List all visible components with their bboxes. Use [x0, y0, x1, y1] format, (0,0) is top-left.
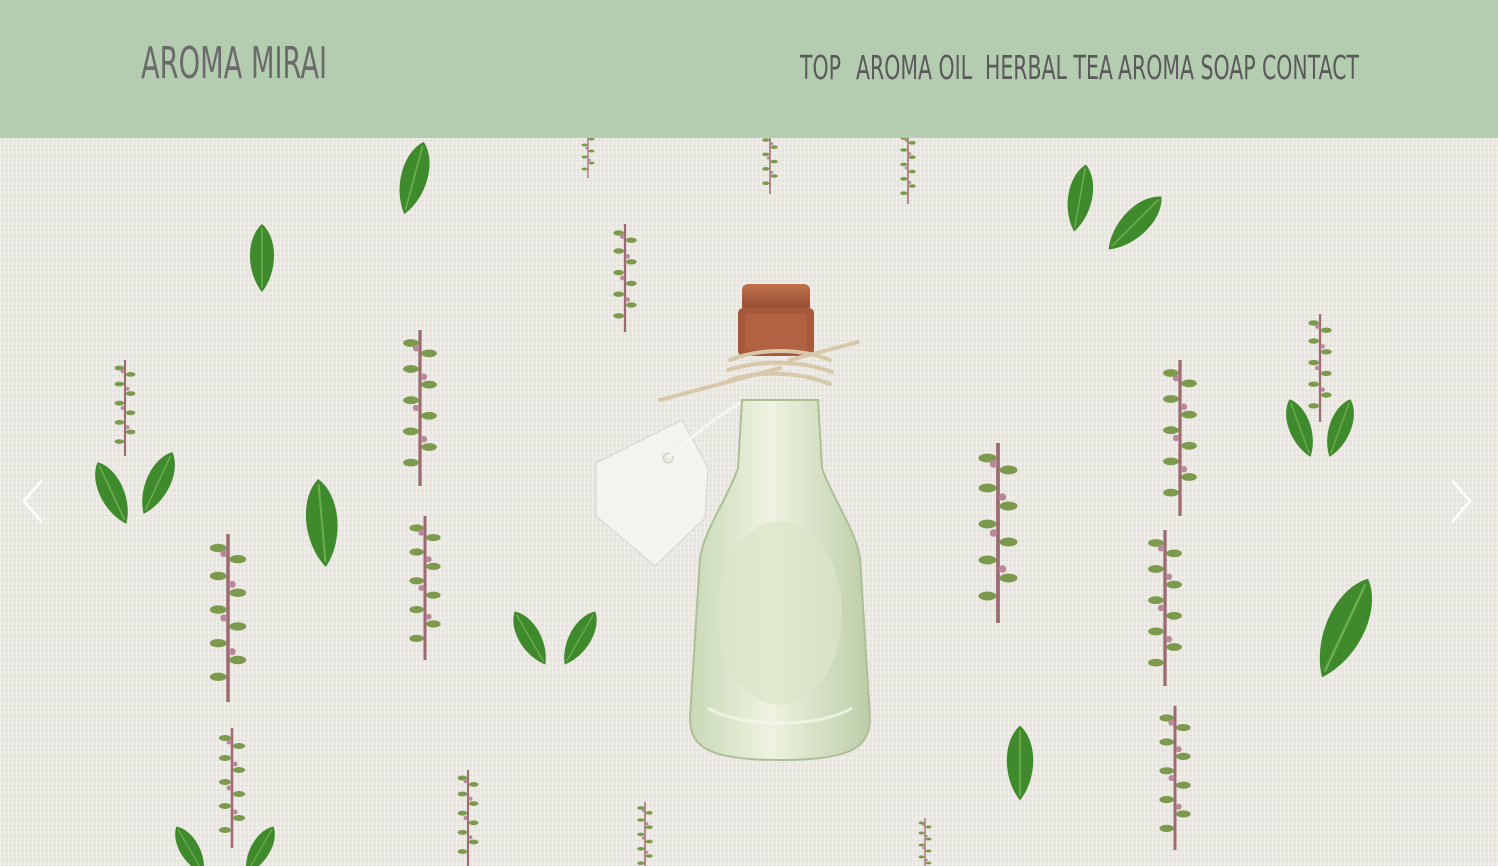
nav-item-contact[interactable]: CONTACT — [1262, 44, 1359, 92]
carousel-prev-button[interactable] — [14, 476, 54, 526]
chevron-left-icon — [22, 479, 43, 523]
main-nav: TOP AROMA OIL HERBAL TEA AROMA SOAP CONT… — [800, 44, 1360, 92]
nav-item-herbal-tea[interactable]: HERBAL TEA — [985, 44, 1113, 92]
carousel-next-button[interactable] — [1440, 476, 1480, 526]
nav-item-aroma-oil[interactable]: AROMA OIL — [856, 44, 972, 92]
nav-item-aroma-soap[interactable]: AROMA SOAP — [1118, 44, 1256, 92]
site-header: AROMA MIRAI TOP AROMA OIL HERBAL TEA ARO… — [0, 0, 1498, 138]
chevron-right-icon — [1451, 479, 1472, 523]
nav-item-top[interactable]: TOP — [800, 44, 841, 92]
site-logo[interactable]: AROMA MIRAI — [141, 34, 327, 94]
hero-carousel — [0, 138, 1498, 866]
hero-image — [86, 138, 1387, 866]
